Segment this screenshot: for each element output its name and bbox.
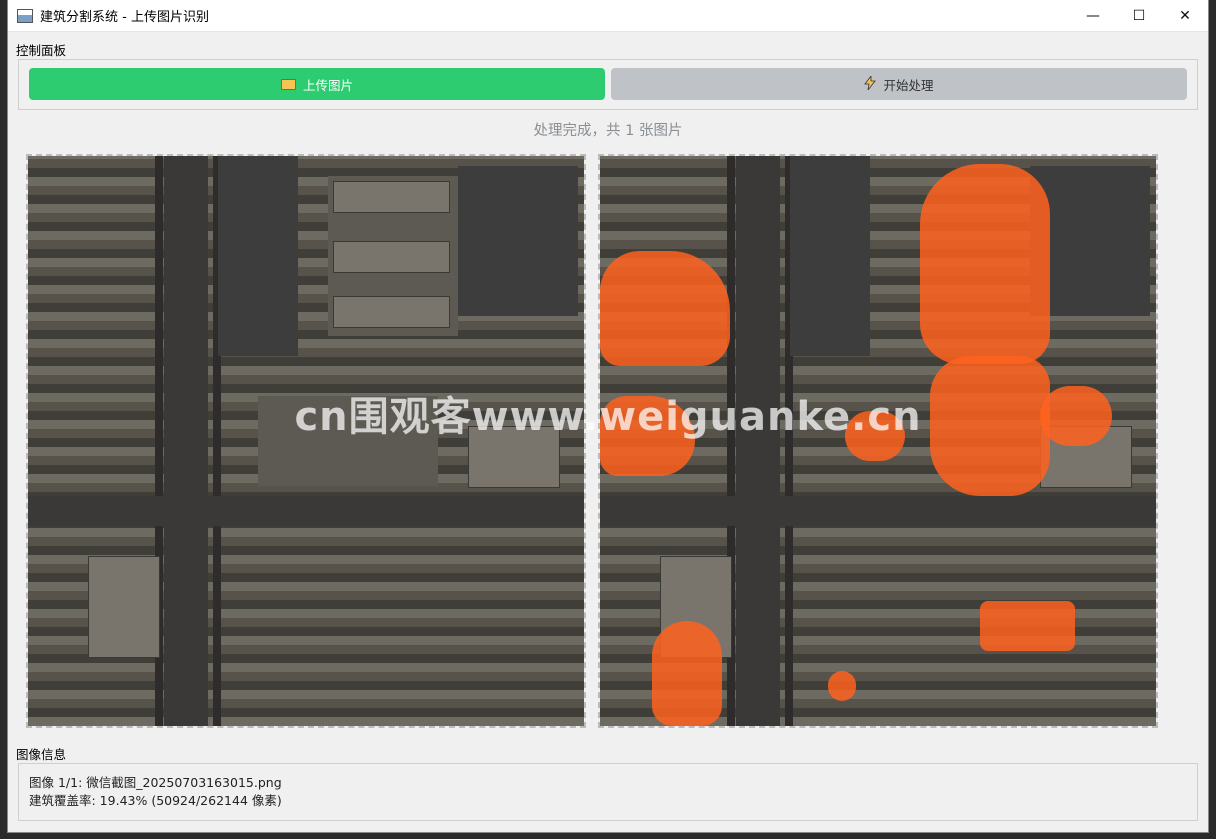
maximize-button[interactable]: ☐ [1116, 0, 1162, 31]
image-index-line: 图像 1/1: 微信截图_20250703163015.png [29, 775, 282, 790]
building-mask [980, 601, 1075, 651]
process-button-label: 开始处理 [883, 77, 934, 93]
building-mask [652, 621, 722, 726]
control-panel-label: 控制面板 [16, 43, 67, 58]
image-info-label: 图像信息 [16, 747, 67, 762]
app-window: 建筑分割系统 - 上传图片识别 — ☐ ✕ 控制面板 上传图片 开始处理 处理完… [8, 0, 1208, 832]
start-processing-button[interactable]: 开始处理 [611, 68, 1187, 100]
coverage-line: 建筑覆盖率: 19.43% (50924/262144 像素) [29, 793, 282, 808]
close-button[interactable]: ✕ [1162, 0, 1208, 31]
window-controls: — ☐ ✕ [1070, 0, 1208, 31]
building-mask [600, 251, 730, 366]
window-title: 建筑分割系统 - 上传图片识别 [40, 10, 209, 25]
upload-image-button[interactable]: 上传图片 [29, 68, 605, 100]
folder-icon [280, 78, 296, 90]
app-icon [17, 8, 33, 23]
building-mask [920, 164, 1050, 364]
building-mask [828, 671, 856, 701]
watermark-text: cn围观客www.weiguanke.cn [294, 394, 922, 440]
minimize-button[interactable]: — [1070, 0, 1116, 31]
minimize-icon: — [1086, 7, 1100, 24]
close-icon: ✕ [1179, 7, 1191, 24]
lightning-icon [864, 74, 877, 93]
image-info-panel: 图像 1/1: 微信截图_20250703163015.png 建筑覆盖率: 1… [18, 763, 1198, 821]
control-panel: 上传图片 开始处理 [18, 59, 1198, 110]
title-bar[interactable]: 建筑分割系统 - 上传图片识别 — ☐ ✕ [8, 0, 1208, 32]
status-text: 处理完成，共 1 张图片 [533, 123, 683, 139]
maximize-icon: ☐ [1132, 7, 1146, 24]
upload-button-label: 上传图片 [302, 77, 353, 93]
